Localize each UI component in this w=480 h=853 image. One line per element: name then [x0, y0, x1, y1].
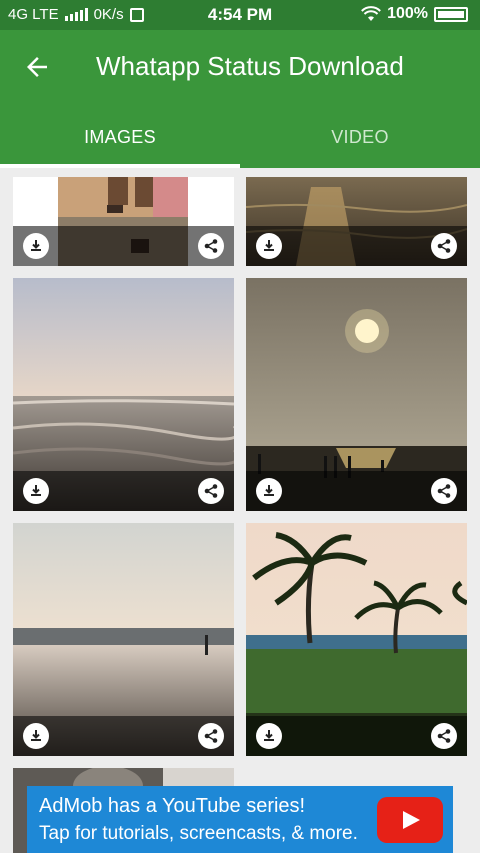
- download-button[interactable]: [256, 723, 282, 749]
- status-image-card[interactable]: [246, 523, 467, 756]
- app-bar: Whatapp Status Download IMAGES VIDEO: [0, 30, 480, 168]
- download-button[interactable]: [23, 233, 49, 259]
- battery-percent: 100%: [387, 5, 428, 22]
- download-icon: [264, 485, 274, 496]
- share-button[interactable]: [198, 723, 224, 749]
- share-button[interactable]: [431, 233, 457, 259]
- status-image-card[interactable]: [13, 177, 234, 266]
- wifi-icon: [361, 6, 381, 21]
- youtube-play-icon: [377, 797, 443, 843]
- image-action-bar: [13, 226, 234, 266]
- page-title: Whatapp Status Download: [96, 51, 404, 81]
- status-image-card[interactable]: [246, 278, 467, 511]
- tab-images[interactable]: IMAGES: [0, 108, 240, 168]
- image-action-bar: [13, 471, 234, 511]
- share-button[interactable]: [431, 723, 457, 749]
- share-icon: [437, 484, 451, 498]
- ad-headline: AdMob has a YouTube series!: [39, 795, 306, 817]
- share-icon: [437, 239, 451, 253]
- share-button[interactable]: [198, 478, 224, 504]
- share-icon: [204, 484, 218, 498]
- download-icon: [264, 730, 274, 741]
- ad-banner[interactable]: AdMob has a YouTube series! Tap for tuto…: [27, 786, 453, 853]
- download-icon: [31, 730, 41, 741]
- download-button[interactable]: [256, 233, 282, 259]
- status-image-card[interactable]: [246, 177, 467, 266]
- download-button[interactable]: [23, 478, 49, 504]
- share-icon: [204, 239, 218, 253]
- share-icon: [437, 729, 451, 743]
- share-icon: [204, 729, 218, 743]
- status-image-card[interactable]: [13, 278, 234, 511]
- battery-icon: [434, 6, 468, 22]
- share-button[interactable]: [431, 478, 457, 504]
- download-button[interactable]: [23, 723, 49, 749]
- status-image-card[interactable]: [13, 523, 234, 756]
- share-button[interactable]: [198, 233, 224, 259]
- download-icon: [31, 485, 41, 496]
- tab-bar: IMAGES VIDEO: [0, 108, 480, 168]
- download-icon: [31, 240, 41, 251]
- ad-subtext: Tap for tutorials, screencasts, & more.: [39, 823, 358, 844]
- image-action-bar: [246, 716, 467, 756]
- back-arrow-icon[interactable]: [22, 52, 52, 82]
- tab-video[interactable]: VIDEO: [240, 108, 480, 168]
- image-action-bar: [246, 471, 467, 511]
- status-image-grid: [0, 168, 480, 853]
- image-action-bar: [246, 226, 467, 266]
- image-action-bar: [13, 716, 234, 756]
- download-icon: [264, 240, 274, 251]
- status-bar: 4G LTE 0K/s 4:54 PM 100%: [0, 0, 480, 30]
- download-button[interactable]: [256, 478, 282, 504]
